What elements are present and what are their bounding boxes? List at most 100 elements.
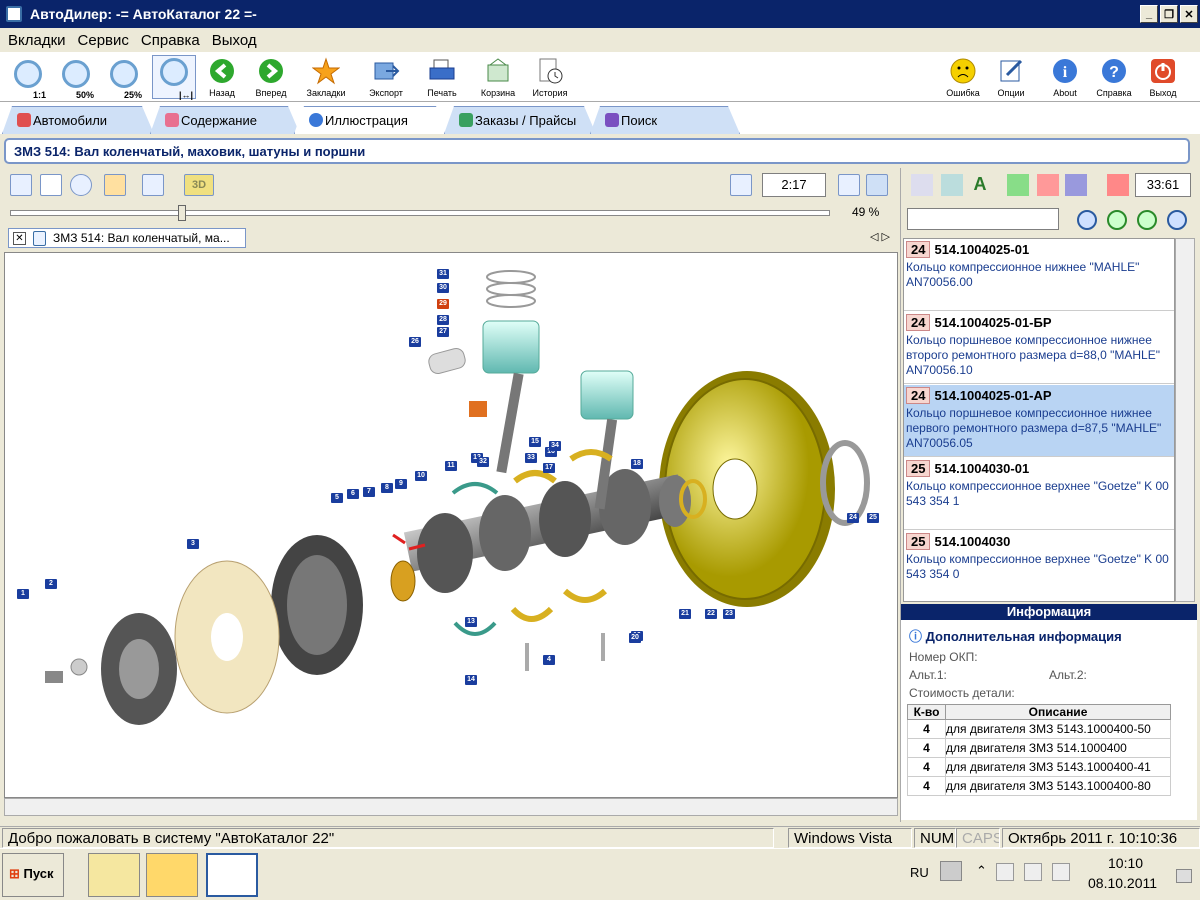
- taskbar-autocatalog[interactable]: [206, 853, 258, 897]
- zoom-slider-handle[interactable]: [177, 205, 186, 221]
- callout-label[interactable]: 4: [543, 655, 555, 665]
- bookmarks-button[interactable]: Закладки: [304, 56, 348, 98]
- tab-search[interactable]: Поиск: [590, 106, 740, 134]
- keyboard-icon[interactable]: [940, 861, 962, 881]
- forward-button[interactable]: Вперед: [249, 56, 293, 98]
- callout-label[interactable]: 31: [437, 269, 449, 279]
- split-view-icon[interactable]: [866, 174, 888, 196]
- tab-orders-prices[interactable]: Заказы / Прайсы: [444, 106, 596, 134]
- callout-label[interactable]: 13: [465, 617, 477, 627]
- callout-label[interactable]: 8: [381, 483, 393, 493]
- vertical-scrollbar[interactable]: [1175, 238, 1195, 602]
- callout-label[interactable]: 14: [465, 675, 477, 685]
- menu-tabs[interactable]: Вкладки: [2, 32, 72, 49]
- list-view-icon[interactable]: [838, 174, 860, 196]
- cart-button[interactable]: Корзина: [476, 56, 520, 98]
- tray-volume-icon[interactable]: [1052, 863, 1070, 881]
- menu-help[interactable]: Справка: [135, 32, 206, 49]
- taskbar-explorer[interactable]: [88, 853, 140, 897]
- callout-label[interactable]: 3: [187, 539, 199, 549]
- callout-label[interactable]: 17: [543, 463, 555, 473]
- tab-cars[interactable]: Автомобили: [2, 106, 154, 134]
- about-button[interactable]: i About: [1043, 56, 1087, 98]
- callout-label[interactable]: 11: [445, 461, 457, 471]
- horizontal-scrollbar[interactable]: [4, 798, 898, 816]
- table-row[interactable]: 4 для двигателя ЗМЗ 5143.1000400-50: [907, 719, 1171, 739]
- callout-label[interactable]: 33: [525, 453, 537, 463]
- callout-label[interactable]: 23: [723, 609, 735, 619]
- next-record-icon[interactable]: [1137, 210, 1157, 230]
- callout-label[interactable]: 27: [437, 327, 449, 337]
- callout-label[interactable]: 7: [363, 487, 375, 497]
- last-record-icon[interactable]: [1167, 210, 1187, 230]
- search-input[interactable]: [907, 208, 1059, 230]
- callout-label[interactable]: 18: [631, 459, 643, 469]
- part-list-item[interactable]: 25 514.1004030-01 Кольцо компрессионное ве…: [904, 458, 1174, 530]
- callout-label[interactable]: 34: [549, 441, 561, 451]
- callout-label[interactable]: 30: [437, 283, 449, 293]
- close-button[interactable]: ✕: [1180, 5, 1198, 23]
- edit-icon[interactable]: [1065, 174, 1087, 196]
- first-record-icon[interactable]: [1077, 210, 1097, 230]
- copy-icon[interactable]: [730, 174, 752, 196]
- refresh-icon[interactable]: [941, 174, 963, 196]
- menu-service[interactable]: Сервис: [72, 32, 135, 49]
- callout-label[interactable]: 6: [347, 489, 359, 499]
- callout-label[interactable]: 25: [867, 513, 879, 523]
- callout-label[interactable]: 24: [847, 513, 859, 523]
- start-button[interactable]: ⊞ Пуск: [2, 853, 64, 897]
- help-button[interactable]: ? Справка: [1092, 56, 1136, 98]
- tray-device-icon[interactable]: [1024, 863, 1042, 881]
- options-button[interactable]: Опции: [989, 56, 1033, 98]
- callout-label[interactable]: 10: [415, 471, 427, 481]
- camera-tool-icon[interactable]: [142, 174, 164, 196]
- close-tab-icon[interactable]: ✕: [13, 232, 26, 245]
- callout-label[interactable]: 5: [331, 493, 343, 503]
- table-row[interactable]: 4 для двигателя ЗМЗ 514.1000400: [907, 738, 1171, 758]
- maximize-button[interactable]: ❐: [1160, 5, 1178, 23]
- zoom-fit-width-button[interactable]: |↔|: [152, 55, 196, 100]
- 3d-view-button[interactable]: 3D: [184, 174, 214, 196]
- callout-label[interactable]: 22: [705, 609, 717, 619]
- history-button[interactable]: История: [528, 56, 572, 98]
- highlight-tool-icon[interactable]: [104, 174, 126, 196]
- callout-label[interactable]: 32: [477, 457, 489, 467]
- callout-label[interactable]: 26: [409, 337, 421, 347]
- rotate-tool-icon[interactable]: [70, 174, 92, 196]
- delete-icon[interactable]: [1037, 174, 1059, 196]
- copy-icon[interactable]: [911, 174, 933, 196]
- zoom-1-1-button[interactable]: 1:1: [8, 58, 48, 100]
- font-icon[interactable]: A: [969, 174, 991, 196]
- taskbar-1c[interactable]: [146, 853, 198, 897]
- minimize-button[interactable]: _: [1140, 5, 1158, 23]
- callout-label[interactable]: 9: [395, 479, 407, 489]
- grid-tool-icon[interactable]: [40, 174, 62, 196]
- exit-button[interactable]: Выход: [1141, 56, 1185, 98]
- callout-label[interactable]: 2: [45, 579, 57, 589]
- print-button[interactable]: Печать: [420, 56, 464, 98]
- prev-record-icon[interactable]: [1107, 210, 1127, 230]
- callout-label[interactable]: 28: [437, 315, 449, 325]
- document-tab[interactable]: ✕ ЗМЗ 514: Вал коленчатый, ма...: [8, 228, 246, 248]
- tray-monitor-icon[interactable]: [1176, 869, 1192, 883]
- exploded-view-canvas[interactable]: 1234567891011121314151617181920212223242…: [4, 252, 898, 798]
- callout-label[interactable]: 20: [629, 633, 641, 643]
- part-list-item[interactable]: 24 514.1004025-01-АР Кольцо поршневое комп…: [904, 385, 1174, 457]
- back-button[interactable]: Назад: [200, 56, 244, 98]
- tray-expand-icon[interactable]: ⌃: [976, 863, 987, 879]
- tray-network-icon[interactable]: [996, 863, 1014, 881]
- pointer-tool-icon[interactable]: [10, 174, 32, 196]
- zoom-slider[interactable]: [10, 205, 830, 221]
- up-arrow-icon[interactable]: [1007, 174, 1029, 196]
- table-row[interactable]: 4 для двигателя ЗМЗ 5143.1000400-80: [907, 776, 1171, 796]
- zoom-50-button[interactable]: 50%: [56, 58, 96, 100]
- car-icon[interactable]: [1107, 174, 1129, 196]
- zoom-25-button[interactable]: 25%: [104, 58, 144, 100]
- callout-label[interactable]: 15: [529, 437, 541, 447]
- menu-exit[interactable]: Выход: [206, 32, 263, 49]
- table-row[interactable]: 4 для двигателя ЗМЗ 5143.1000400-41: [907, 757, 1171, 777]
- part-list-item[interactable]: 24 514.1004025-01-БР Кольцо поршневое комп…: [904, 312, 1174, 384]
- callout-label[interactable]: 21: [679, 609, 691, 619]
- callout-label[interactable]: 1: [17, 589, 29, 599]
- callout-label[interactable]: 29: [437, 299, 449, 309]
